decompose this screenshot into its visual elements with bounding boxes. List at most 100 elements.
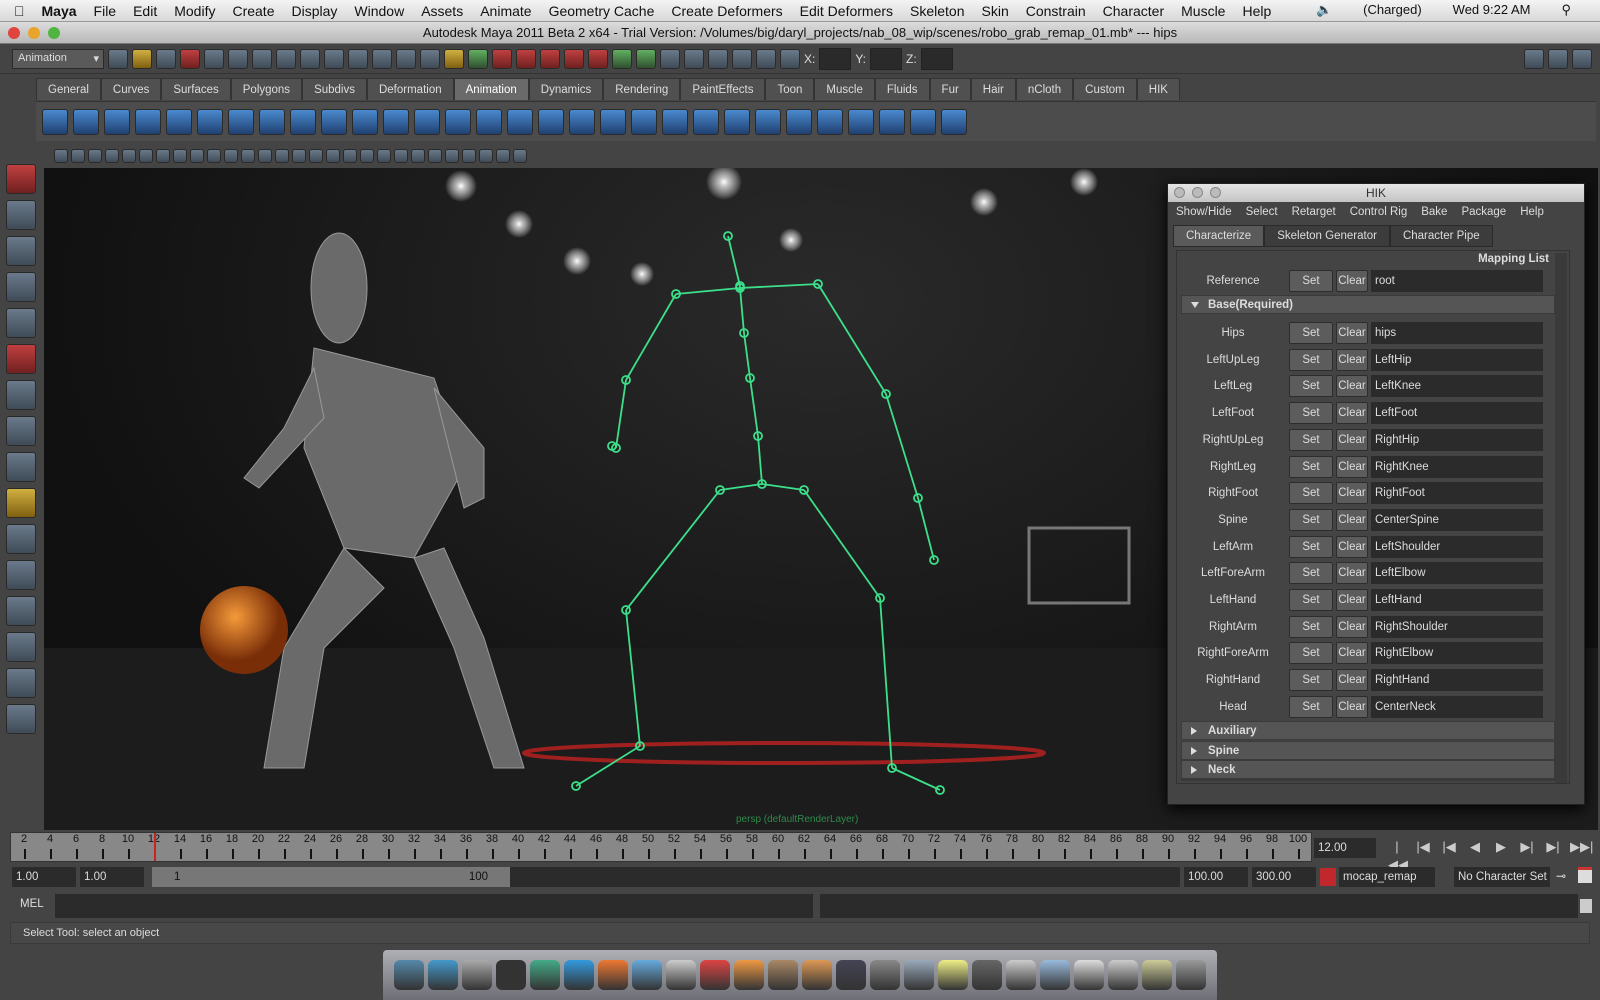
mapping-value[interactable]: hips — [1371, 322, 1543, 344]
snap-grid-icon[interactable] — [492, 48, 512, 69]
panel-tool-icon[interactable] — [360, 149, 374, 163]
mapping-value[interactable]: RightHip — [1371, 428, 1543, 451]
zoom-window-button[interactable] — [48, 27, 60, 39]
dock-app-icon[interactable] — [428, 960, 458, 990]
hik-menu-control-rig[interactable]: Control Rig — [1350, 206, 1408, 218]
menu-skeleton[interactable]: Skeleton — [910, 3, 964, 19]
hik-tab-skeleton-generator[interactable]: Skeleton Generator — [1264, 225, 1390, 247]
snap-plane-icon[interactable] — [564, 48, 584, 69]
outliner-layout-icon[interactable] — [6, 596, 36, 626]
dock-app-icon[interactable] — [1006, 960, 1036, 990]
mel-label[interactable]: MEL — [20, 898, 44, 910]
skeleton-bone[interactable] — [719, 483, 763, 491]
hik-menu-retarget[interactable]: Retarget — [1292, 206, 1336, 218]
dock-app-icon[interactable] — [1142, 960, 1172, 990]
tab-general[interactable]: General — [36, 78, 101, 100]
start-time-field[interactable]: 1.00 — [12, 867, 76, 887]
panel-tool-icon[interactable] — [122, 149, 136, 163]
skeleton-bone[interactable] — [885, 393, 919, 499]
mapping-value[interactable]: CenterSpine — [1371, 508, 1543, 531]
clear-button[interactable]: Clear — [1336, 642, 1368, 665]
dock-app-icon[interactable] — [394, 960, 424, 990]
highlight-selection-icon[interactable] — [468, 48, 488, 69]
last-tool-icon[interactable] — [6, 452, 36, 482]
skeleton-bone[interactable] — [743, 332, 751, 379]
output-ops-icon[interactable] — [636, 48, 656, 69]
tab-fluids[interactable]: Fluids — [874, 78, 930, 100]
battery-status[interactable]: (Charged) — [1363, 2, 1422, 18]
menu-geometry-cache[interactable]: Geometry Cache — [549, 3, 655, 19]
clear-button[interactable]: Clear — [1336, 589, 1368, 611]
dock-app-icon[interactable] — [938, 960, 968, 990]
play-forwards-icon[interactable]: ▶ — [1492, 838, 1510, 856]
close-window-button[interactable] — [8, 27, 20, 39]
script-layout-icon[interactable] — [6, 704, 36, 734]
soft-mod-tool-icon[interactable] — [6, 416, 36, 446]
section-neck[interactable]: Neck — [1181, 760, 1555, 779]
panel-tool-icon[interactable] — [54, 149, 68, 163]
panel-tool-icon[interactable] — [513, 149, 527, 163]
menu-help[interactable]: Help — [1242, 3, 1271, 19]
hik-menu-show-hide[interactable]: Show/Hide — [1176, 206, 1232, 218]
anim-layer-icon[interactable] — [1320, 868, 1336, 886]
sphere-icon[interactable] — [6, 488, 36, 518]
mapping-value[interactable]: RightFoot — [1371, 482, 1543, 505]
tab-muscle[interactable]: Muscle — [814, 78, 875, 100]
menu-display[interactable]: Display — [291, 3, 337, 19]
set-button[interactable]: Set — [1289, 695, 1333, 718]
panel-tool-icon[interactable] — [309, 149, 323, 163]
dock-app-icon[interactable] — [734, 960, 764, 990]
mapping-value[interactable]: LeftShoulder — [1371, 535, 1543, 558]
end-time-field[interactable]: 300.00 — [1252, 867, 1316, 887]
set-button[interactable]: Set — [1289, 375, 1333, 398]
set-button[interactable]: Set — [1289, 428, 1333, 451]
skeleton-bone[interactable] — [625, 293, 677, 381]
select-object-icon[interactable] — [204, 48, 224, 69]
mask-deformations-icon[interactable] — [348, 48, 368, 69]
minimize-window-button[interactable] — [28, 27, 40, 39]
menu-set-dropdown[interactable]: Animation ▾ — [12, 48, 104, 69]
set-button[interactable]: Set — [1289, 589, 1333, 611]
dock-app-icon[interactable] — [1108, 960, 1138, 990]
skeleton-bone[interactable] — [749, 377, 759, 437]
panel-tool-icon[interactable] — [496, 149, 510, 163]
lasso-tool-icon[interactable] — [6, 200, 36, 230]
shelf-tool-icon[interactable] — [104, 108, 130, 135]
skeleton-bone[interactable] — [917, 497, 935, 561]
menu-character[interactable]: Character — [1103, 3, 1164, 19]
manipulator-tool-icon[interactable] — [6, 380, 36, 410]
hik-minimize-button[interactable] — [1192, 187, 1203, 198]
menu-window[interactable]: Window — [354, 3, 404, 19]
dock-app-icon[interactable] — [564, 960, 594, 990]
mapping-value[interactable]: CenterNeck — [1371, 695, 1543, 718]
dock-app-icon[interactable] — [666, 960, 696, 990]
hik-close-button[interactable] — [1174, 187, 1185, 198]
panel-tool-icon[interactable] — [190, 149, 204, 163]
hik-tab-characterize[interactable]: Characterize — [1173, 225, 1265, 247]
dock-app-icon[interactable] — [1040, 960, 1070, 990]
transform-mode-icon[interactable] — [780, 48, 800, 69]
script-editor-icon[interactable] — [1580, 899, 1592, 913]
snap-live-icon[interactable] — [588, 48, 608, 69]
set-button[interactable]: Set — [1289, 322, 1333, 344]
range-slider-handle[interactable]: 1 100 — [152, 867, 510, 887]
panel-tool-icon[interactable] — [224, 149, 238, 163]
tab-deformation[interactable]: Deformation — [366, 78, 454, 100]
set-button[interactable]: Set — [1289, 535, 1333, 558]
range-slider[interactable]: 1 100 — [152, 867, 1180, 887]
shelf-tool-icon[interactable] — [166, 108, 192, 135]
clear-button[interactable]: Clear — [1336, 695, 1368, 718]
mapping-value[interactable]: LeftKnee — [1371, 375, 1543, 398]
current-time-marker[interactable] — [154, 833, 156, 861]
dock-app-icon[interactable] — [496, 960, 526, 990]
x-field[interactable] — [819, 47, 852, 70]
skeleton-bone[interactable] — [739, 283, 819, 289]
mapping-value[interactable]: RightKnee — [1371, 455, 1543, 478]
mel-input[interactable] — [55, 894, 813, 918]
dock-app-icon[interactable] — [462, 960, 492, 990]
menu-muscle[interactable]: Muscle — [1181, 3, 1225, 19]
menu-edit-deformers[interactable]: Edit Deformers — [800, 3, 893, 19]
hik-menu-bake[interactable]: Bake — [1421, 206, 1447, 218]
set-button[interactable]: Set — [1289, 402, 1333, 425]
shelf-tool-icon[interactable] — [538, 108, 564, 135]
